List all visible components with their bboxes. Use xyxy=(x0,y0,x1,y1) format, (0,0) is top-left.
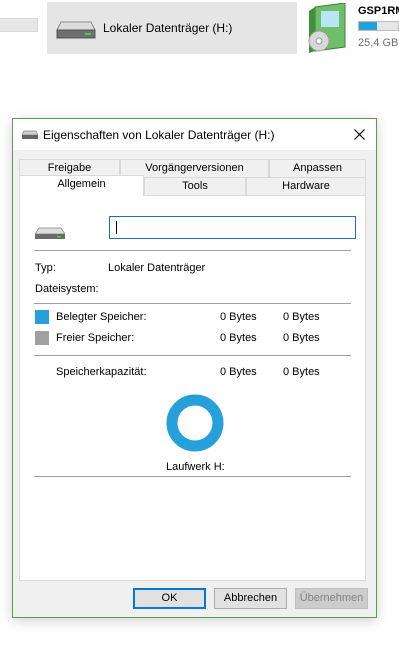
tab-label: Tools xyxy=(182,180,208,192)
free-space-size: 0 Bytes xyxy=(283,332,320,344)
filesystem-label: Dateisystem: xyxy=(35,283,99,295)
used-space-bytes: 0 Bytes xyxy=(220,311,257,323)
tab-label: Allgemein xyxy=(57,178,106,190)
divider xyxy=(34,476,351,477)
hard-drive-icon xyxy=(55,16,97,45)
drive-tile-h[interactable]: Lokaler Datenträger (H:) xyxy=(47,2,297,54)
title-bar: Eigenschaften von Lokaler Datenträger (H… xyxy=(13,119,376,150)
close-button[interactable] xyxy=(342,119,376,149)
divider xyxy=(34,303,351,304)
used-space-swatch xyxy=(35,310,49,324)
used-space-size: 0 Bytes xyxy=(283,311,320,323)
ok-button[interactable]: OK xyxy=(133,588,206,609)
free-space-label: Freier Speicher: xyxy=(56,332,135,344)
type-value: Lokaler Datenträger xyxy=(108,262,206,274)
drive-tile-label: Lokaler Datenträger (H:) xyxy=(103,21,233,35)
tab-label: Freigabe xyxy=(47,162,92,174)
tab-label: Anpassen xyxy=(293,162,342,174)
close-icon xyxy=(353,128,365,140)
app-title: GSP1RM xyxy=(358,5,399,17)
usage-donut-chart xyxy=(166,394,224,455)
properties-dialog: Eigenschaften von Lokaler Datenträger (H… xyxy=(12,118,377,618)
tab-panel-allgemein: Typ: Lokaler Datenträger Dateisystem: Be… xyxy=(19,195,366,581)
divider xyxy=(34,250,351,251)
tab-hardware[interactable]: Hardware xyxy=(246,177,366,195)
app-usage-bar xyxy=(358,21,399,31)
tab-tools[interactable]: Tools xyxy=(144,177,246,195)
hard-drive-icon xyxy=(34,226,66,243)
tab-label: Hardware xyxy=(282,180,330,192)
tab-anpassen[interactable]: Anpassen xyxy=(269,159,366,177)
app-size: 25,4 GB xyxy=(358,37,399,49)
apply-button[interactable]: Übernehmen xyxy=(295,588,368,609)
type-label: Typ: xyxy=(35,262,56,274)
dialog-title: Eigenschaften von Lokaler Datenträger (H… xyxy=(43,128,275,142)
drive-small-icon xyxy=(21,130,39,143)
app-usage-fill xyxy=(359,22,377,30)
divider xyxy=(34,355,351,356)
free-space-bytes: 0 Bytes xyxy=(220,332,257,344)
app-box-icon[interactable] xyxy=(305,2,353,58)
capacity-size: 0 Bytes xyxy=(283,366,320,378)
drive-letter-label: Laufwerk H: xyxy=(166,461,225,473)
usage-donut-ring xyxy=(166,394,224,452)
capacity-bytes: 0 Bytes xyxy=(220,366,257,378)
capacity-label: Speicherkapazität: xyxy=(56,366,147,378)
tab-label: Vorgängerversionen xyxy=(145,162,244,174)
tab-allgemein[interactable]: Allgemein xyxy=(19,175,144,196)
drive-name-input[interactable] xyxy=(109,216,356,239)
text-caret xyxy=(116,221,117,234)
free-space-swatch xyxy=(35,331,49,345)
cancel-button[interactable]: Abbrechen xyxy=(214,588,287,609)
explorer-item-partial[interactable] xyxy=(0,18,38,32)
used-space-label: Belegter Speicher: xyxy=(56,311,147,323)
